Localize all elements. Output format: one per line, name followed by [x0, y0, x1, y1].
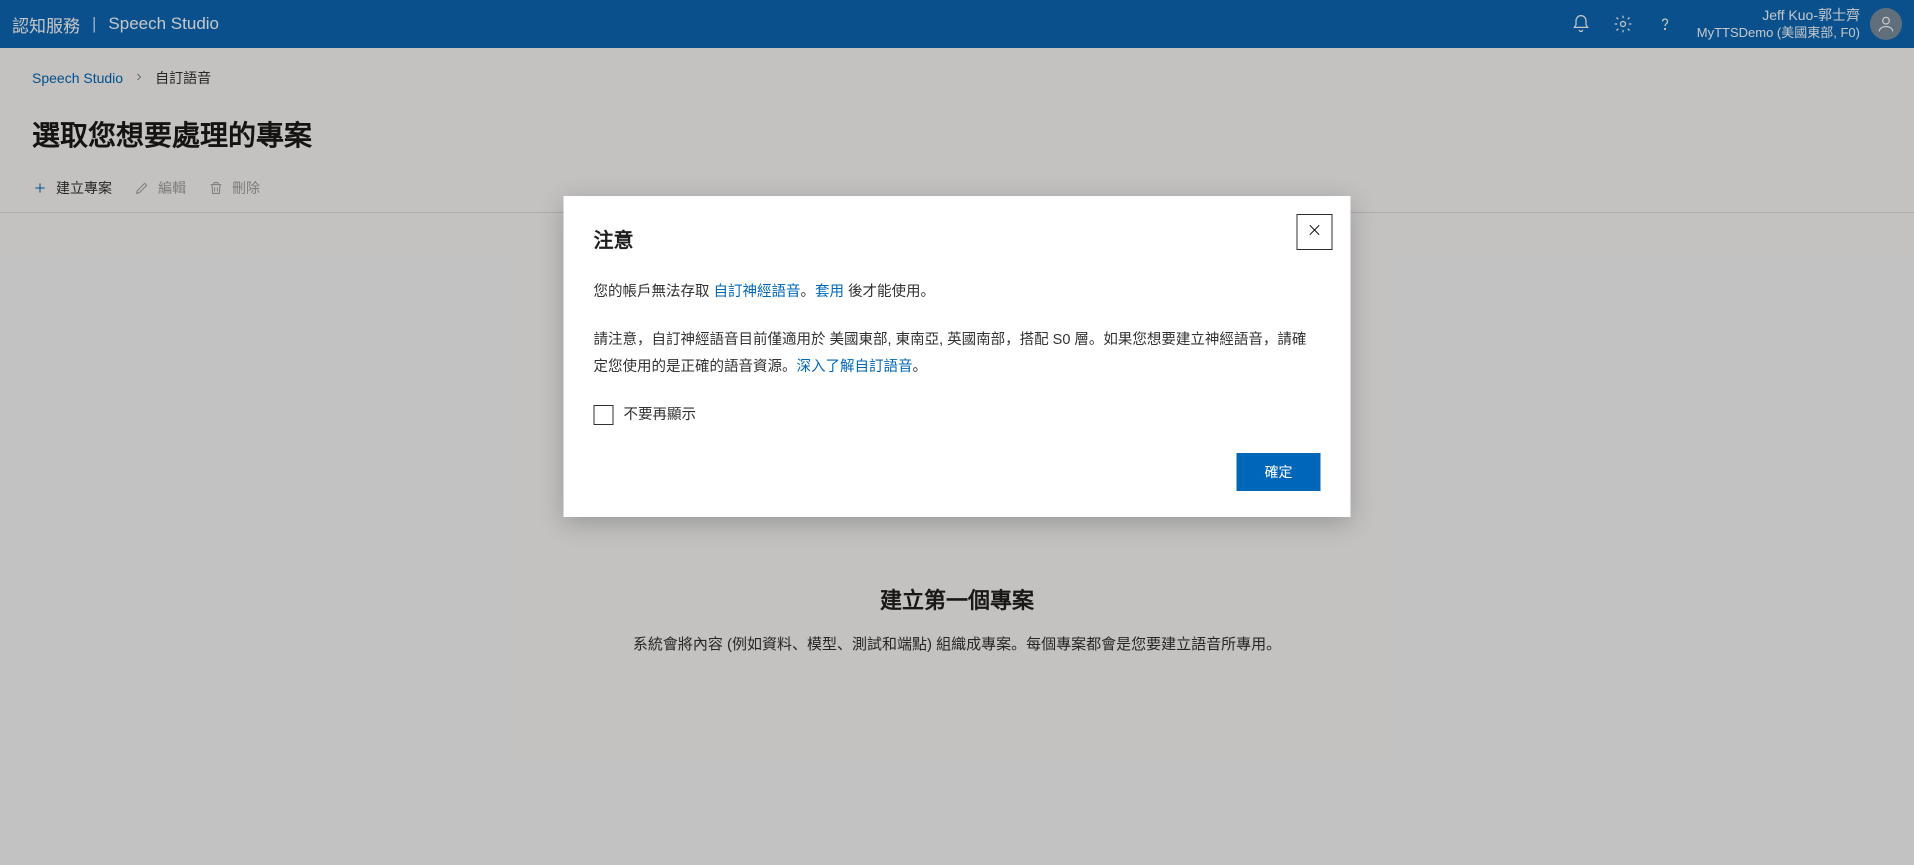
ok-button[interactable]: 確定 — [1237, 453, 1321, 491]
modal-footer: 確定 — [594, 453, 1321, 491]
custom-neural-voice-link[interactable]: 自訂神經語音 — [714, 284, 801, 300]
modal-title: 注意 — [594, 224, 1321, 253]
p1-post-text: 後才能使用。 — [844, 284, 935, 300]
dont-show-again-row: 不要再顯示 — [594, 402, 1321, 430]
p2-pre-text: 請注意，自訂神經語音目前僅適用於 美國東部, 東南亞, 英國南部，搭配 S0 層… — [594, 332, 1307, 376]
close-button[interactable] — [1297, 214, 1333, 250]
p2-post-text: 。 — [913, 359, 928, 375]
notice-modal: 注意 您的帳戶無法存取 自訂神經語音。套用 後才能使用。 請注意，自訂神經語音目… — [564, 196, 1351, 517]
apply-link[interactable]: 套用 — [815, 284, 844, 300]
close-icon — [1307, 222, 1323, 243]
modal-paragraph-2: 請注意，自訂神經語音目前僅適用於 美國東部, 東南亞, 英國南部，搭配 S0 層… — [594, 327, 1321, 382]
dont-show-again-label: 不要再顯示 — [624, 402, 697, 430]
p1-mid-text: 。 — [801, 284, 816, 300]
learn-more-link[interactable]: 深入了解自訂語音 — [797, 359, 913, 375]
modal-paragraph-1: 您的帳戶無法存取 自訂神經語音。套用 後才能使用。 — [594, 279, 1321, 307]
p1-pre-text: 您的帳戶無法存取 — [594, 284, 714, 300]
modal-body: 您的帳戶無法存取 自訂神經語音。套用 後才能使用。 請注意，自訂神經語音目前僅適… — [594, 279, 1321, 429]
dont-show-again-checkbox[interactable] — [594, 405, 614, 425]
